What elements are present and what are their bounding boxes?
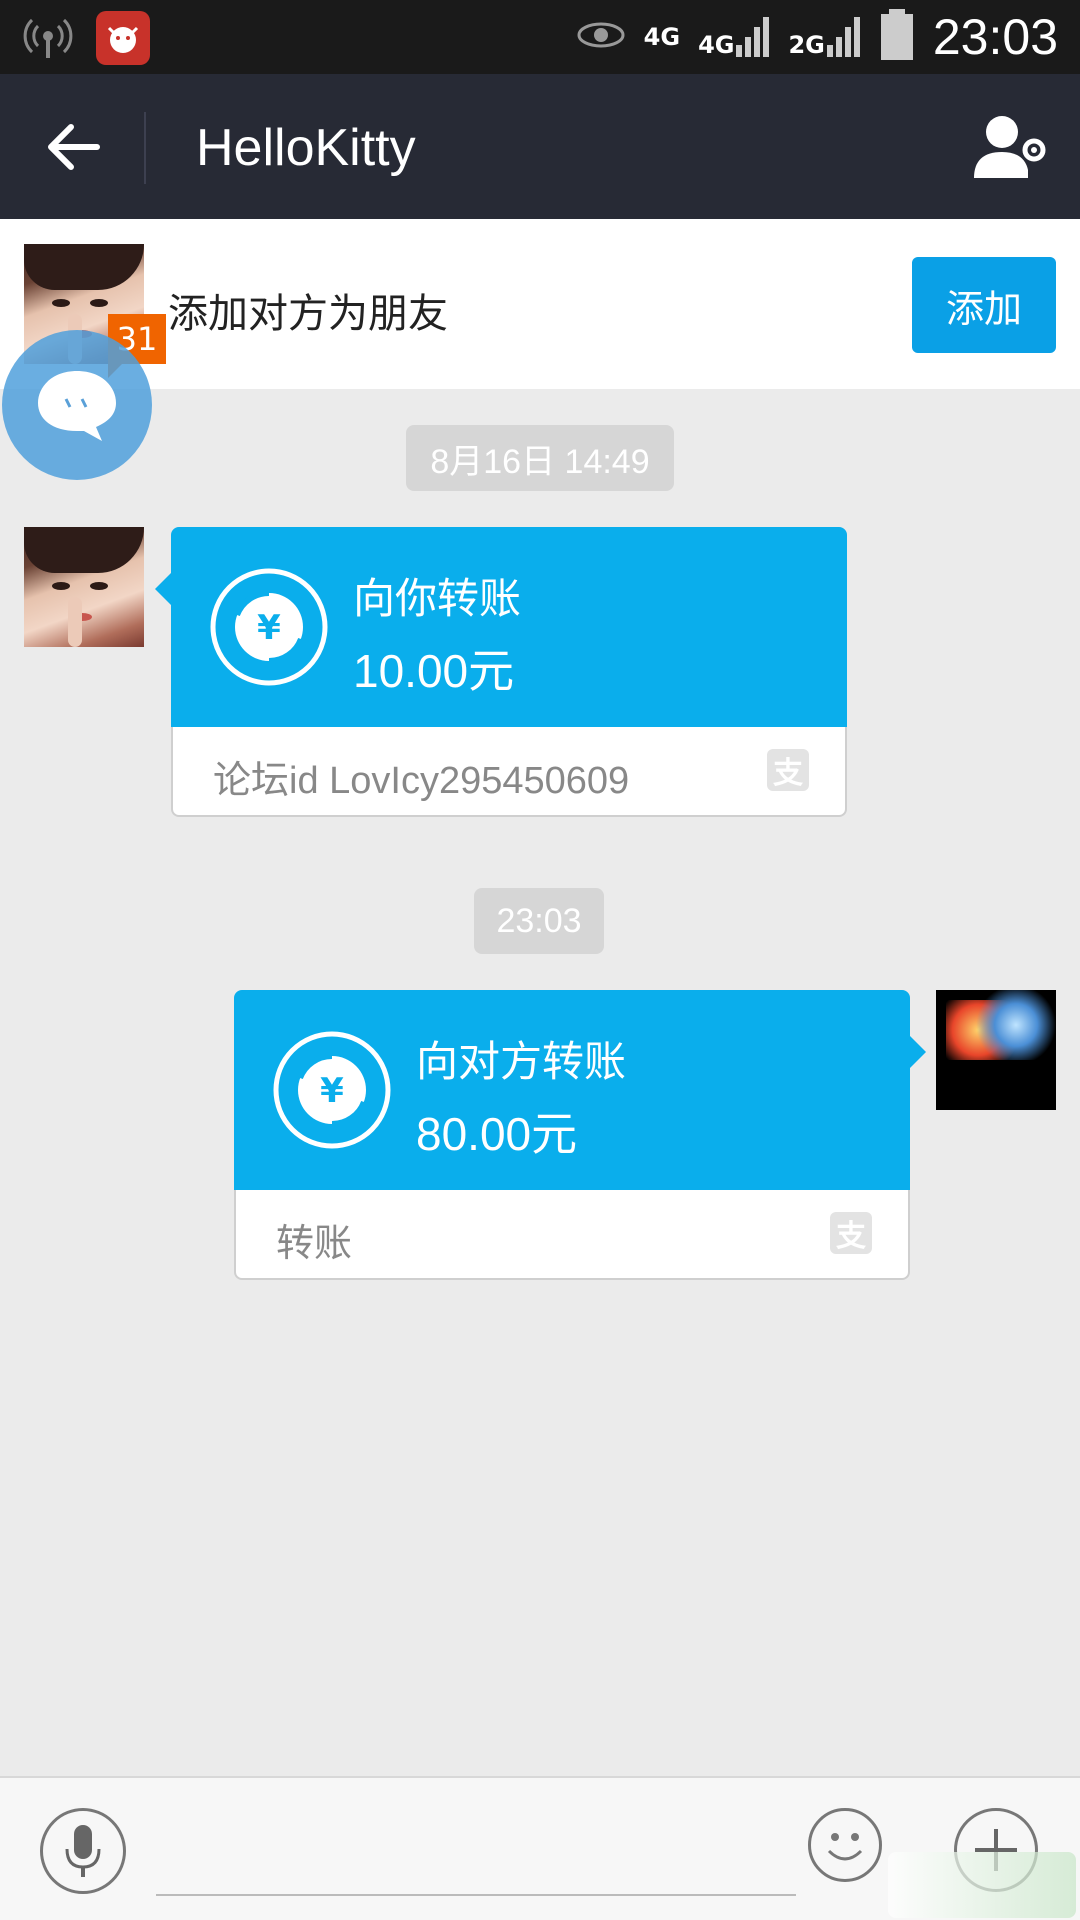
message-timestamp: 23:03	[474, 888, 604, 954]
transfer-note: 论坛id LovIcy295450609	[213, 760, 630, 802]
transfer-card-footer: 论坛id LovIcy295450609 支	[171, 727, 847, 817]
app-notification-icon	[96, 11, 150, 65]
voice-input-button[interactable]	[40, 1808, 126, 1894]
title-divider	[144, 112, 146, 184]
transfer-card-outgoing[interactable]: ¥ 向对方转账 80.00元 转账 支	[234, 990, 926, 1280]
transfer-card-footer: 转账 支	[234, 1190, 910, 1280]
transfer-note: 转账	[276, 1223, 353, 1265]
signal-icon	[826, 17, 860, 57]
add-friend-button[interactable]: 添加	[912, 257, 1056, 353]
user-settings-icon	[974, 116, 1046, 178]
network-4g-indicator: 4G	[643, 23, 681, 51]
message-timestamp: 8月16日 14:49	[406, 425, 674, 491]
transfer-yuan-icon: ¥	[273, 1031, 391, 1149]
sender-avatar[interactable]	[24, 527, 144, 647]
transfer-amount: 10.00元	[353, 645, 515, 697]
back-button[interactable]	[38, 114, 108, 179]
svg-text:¥: ¥	[320, 1071, 344, 1111]
transfer-title: 向对方转账	[416, 1037, 627, 1086]
eye-icon	[576, 20, 626, 54]
svg-text:¥: ¥	[257, 608, 281, 648]
alipay-icon: 支	[830, 1212, 872, 1254]
my-avatar[interactable]	[936, 990, 1056, 1110]
transfer-card-header: ¥ 向对方转账 80.00元	[234, 990, 910, 1190]
floating-assistant-button[interactable]	[2, 330, 152, 480]
message-input[interactable]	[156, 1818, 796, 1896]
transfer-yuan-icon: ¥	[210, 568, 328, 686]
battery-icon	[879, 9, 915, 65]
emoji-button[interactable]	[808, 1808, 882, 1882]
back-arrow-icon	[48, 123, 100, 170]
title-bar: HelloKitty	[0, 74, 1080, 219]
network-2g-signal: 2G	[788, 17, 860, 57]
site-watermark	[888, 1852, 1076, 1918]
transfer-amount: 80.00元	[416, 1108, 578, 1160]
microphone-icon	[65, 1825, 101, 1877]
status-bar: 4G 4G 2G 23:03	[0, 0, 1080, 74]
add-friend-prompt: 添加对方为朋友	[168, 291, 448, 337]
transfer-title: 向你转账	[353, 574, 522, 623]
page-title: HelloKitty	[196, 119, 416, 177]
bubble-tail	[910, 1036, 926, 1068]
chat-bubble-icon	[38, 371, 116, 441]
hotspot-icon	[22, 10, 74, 66]
network-4g-signal: 4G	[698, 17, 770, 57]
status-time: 23:03	[932, 9, 1058, 65]
chat-profile-settings-button[interactable]	[972, 112, 1052, 182]
transfer-card-header: ¥ 向你转账 10.00元	[171, 527, 847, 727]
alipay-icon: 支	[767, 749, 809, 791]
bubble-tail	[155, 573, 171, 605]
transfer-card-incoming[interactable]: ¥ 向你转账 10.00元 论坛id LovIcy295450609 支	[155, 527, 847, 817]
signal-icon	[736, 17, 770, 57]
smiley-icon	[827, 1833, 863, 1861]
